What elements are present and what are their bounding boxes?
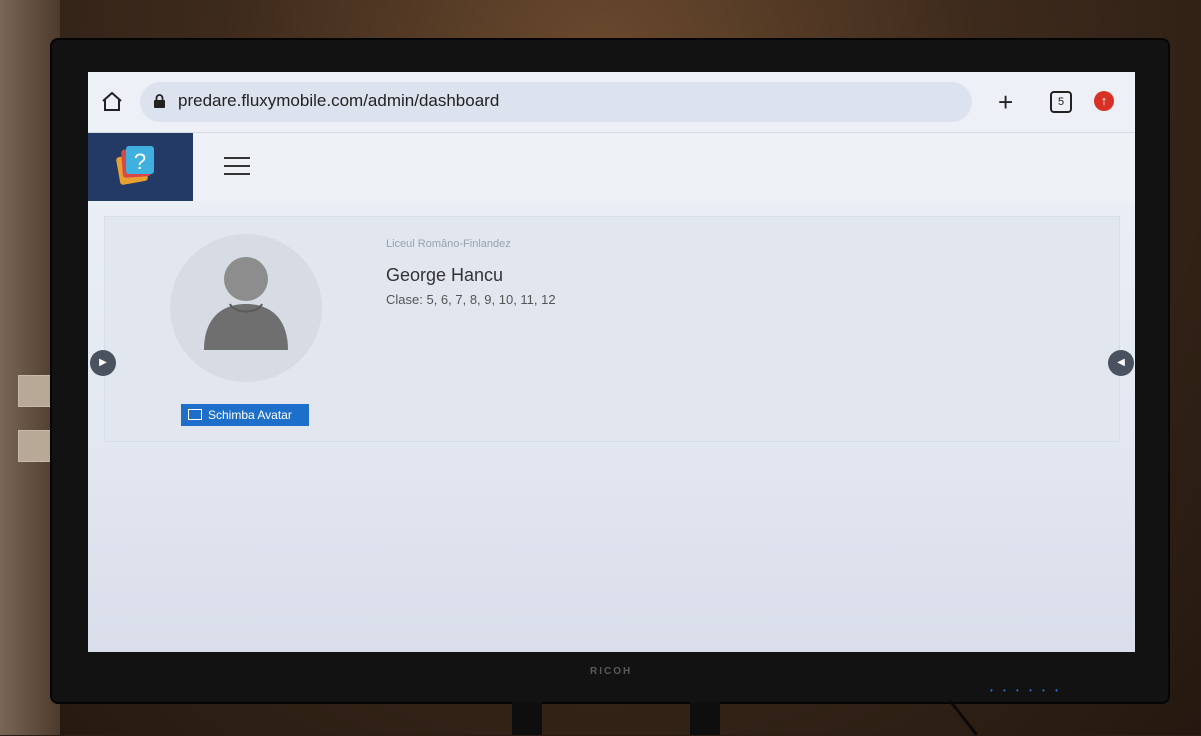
school-name: Liceul Româno-Finlandez bbox=[386, 238, 511, 250]
monitor-stand bbox=[690, 702, 720, 735]
monitor-stand bbox=[512, 702, 542, 735]
new-tab-button[interactable]: + bbox=[998, 89, 1013, 115]
tab-switcher-button[interactable]: 5 bbox=[1050, 91, 1072, 113]
image-icon bbox=[188, 409, 202, 421]
url-text[interactable]: predare.fluxymobile.com/admin/dashboard bbox=[178, 91, 499, 111]
screen: predare.fluxymobile.com/admin/dashboard … bbox=[88, 72, 1135, 652]
wall bbox=[0, 0, 60, 735]
change-avatar-button[interactable]: Schimba Avatar bbox=[181, 404, 309, 426]
user-classes: Clase: 5, 6, 7, 8, 9, 10, 11, 12 bbox=[386, 292, 556, 307]
lock-icon bbox=[154, 94, 165, 108]
update-icon[interactable]: ↑ bbox=[1094, 91, 1114, 111]
arrow-left-icon[interactable]: ◀ bbox=[1108, 350, 1134, 376]
arrow-right-icon[interactable]: ▶ bbox=[90, 350, 116, 376]
change-avatar-label: Schimba Avatar bbox=[208, 408, 292, 422]
monitor-leds: • • • • • • bbox=[990, 686, 1062, 695]
hamburger-menu-icon[interactable] bbox=[224, 157, 250, 177]
quiz-app-logo-icon[interactable]: ? bbox=[88, 133, 193, 201]
home-icon[interactable] bbox=[100, 90, 124, 114]
user-name: George Hancu bbox=[386, 265, 504, 285]
monitor-brand: RICOH bbox=[590, 666, 633, 677]
avatar bbox=[170, 234, 322, 382]
svg-text:?: ? bbox=[134, 149, 146, 174]
